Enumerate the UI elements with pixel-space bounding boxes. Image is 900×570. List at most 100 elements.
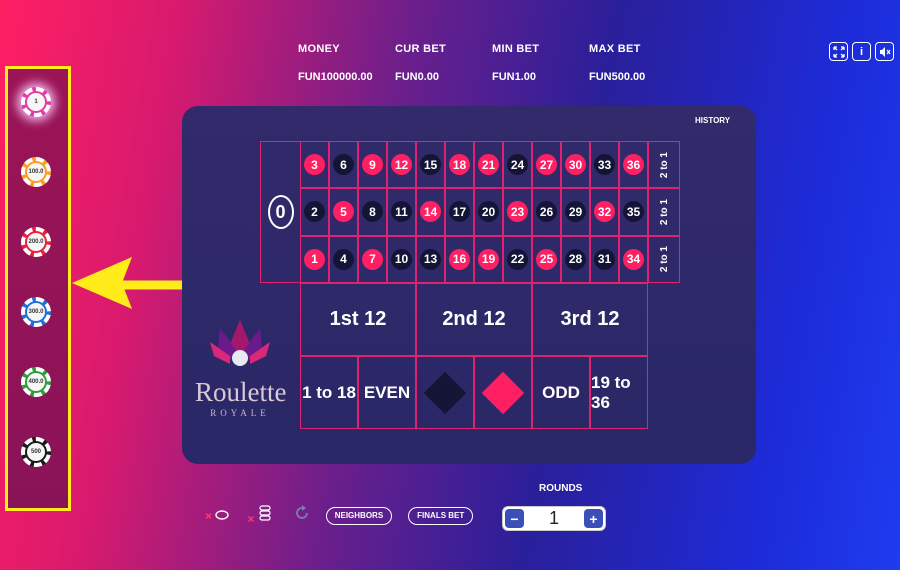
- number-cell[interactable]: 6: [329, 141, 358, 189]
- number-ball: 9: [362, 154, 383, 176]
- chip-0[interactable]: 1: [21, 87, 51, 117]
- number-ball: 7: [362, 248, 383, 270]
- clear-last-button[interactable]: ×: [205, 508, 230, 523]
- outside-bet-cell[interactable]: ODD: [532, 356, 590, 429]
- number-cell[interactable]: 27: [532, 141, 561, 189]
- stat-value: FUN500.00: [589, 71, 646, 83]
- info-icon[interactable]: i: [852, 42, 871, 61]
- number-cell[interactable]: 16: [445, 235, 474, 283]
- number-ball: 29: [565, 201, 586, 223]
- number-cell[interactable]: 36: [619, 141, 648, 189]
- dozen-bet-2[interactable]: 2nd 12: [416, 283, 532, 356]
- mute-icon[interactable]: [875, 42, 894, 61]
- number-cell[interactable]: 13: [416, 235, 445, 283]
- stat-value: FUN100000.00: [298, 71, 373, 83]
- repeat-bet-button[interactable]: [294, 505, 310, 526]
- number-cell[interactable]: 34: [619, 235, 648, 283]
- history-button[interactable]: HISTORY: [695, 116, 730, 125]
- column-bet-cell[interactable]: 2 to 1: [648, 235, 680, 283]
- red-bet-cell[interactable]: [474, 356, 532, 429]
- number-cell[interactable]: 11: [387, 188, 416, 236]
- number-ball: 20: [478, 201, 499, 223]
- fullscreen-icon[interactable]: [829, 42, 848, 61]
- clear-last-mark: ×: [205, 508, 213, 523]
- chip-stack-icon: [259, 505, 271, 521]
- number-cell[interactable]: 14: [416, 188, 445, 236]
- number-cell[interactable]: 28: [561, 235, 590, 283]
- column-bet-cell[interactable]: 2 to 1: [648, 188, 680, 236]
- zero-bet-cell[interactable]: 0: [260, 141, 300, 283]
- clear-all-button[interactable]: ×: [247, 505, 271, 526]
- finals-bet-button[interactable]: FINALS BET: [408, 506, 474, 525]
- outside-bet-cell[interactable]: 19 to 36: [590, 356, 648, 429]
- number-cell[interactable]: 1: [300, 235, 329, 283]
- rounds-label: ROUNDS: [539, 483, 583, 494]
- number-cell[interactable]: 22: [503, 235, 532, 283]
- chip-value: 200.0: [27, 233, 45, 251]
- neighbors-button[interactable]: NEIGHBORS: [325, 506, 393, 525]
- number-ball: 8: [362, 201, 383, 223]
- single-chip-icon: [215, 509, 230, 520]
- number-cell[interactable]: 15: [416, 141, 445, 189]
- number-cell[interactable]: 9: [358, 141, 387, 189]
- stat-3: MAX BET FUN500.00: [589, 43, 686, 83]
- chip-2[interactable]: 200.0: [21, 227, 51, 257]
- number-cell[interactable]: 33: [590, 141, 619, 189]
- chip-selector: 1 100.0 200.0 300.0 400.0 500: [5, 66, 71, 511]
- number-cell[interactable]: 24: [503, 141, 532, 189]
- number-cell[interactable]: 8: [358, 188, 387, 236]
- number-ball: 30: [565, 154, 586, 176]
- number-ball: 17: [449, 201, 470, 223]
- outside-bet-cell[interactable]: EVEN: [358, 356, 416, 429]
- number-cell[interactable]: 23: [503, 188, 532, 236]
- number-ball: 19: [478, 248, 499, 270]
- stat-label: MONEY: [298, 43, 340, 55]
- rounds-minus-button[interactable]: −: [505, 509, 524, 528]
- column-bet-cell[interactable]: 2 to 1: [648, 141, 680, 189]
- rounds-stepper: − 1 +: [502, 506, 606, 531]
- number-cell[interactable]: 17: [445, 188, 474, 236]
- number-cell[interactable]: 10: [387, 235, 416, 283]
- number-cell[interactable]: 21: [474, 141, 503, 189]
- rounds-plus-button[interactable]: +: [583, 509, 603, 528]
- number-cell[interactable]: 4: [329, 235, 358, 283]
- number-ball: 27: [536, 154, 557, 176]
- stat-value: FUN0.00: [395, 71, 440, 83]
- number-cell[interactable]: 30: [561, 141, 590, 189]
- number-ball: 23: [507, 201, 528, 223]
- number-cell[interactable]: 18: [445, 141, 474, 189]
- dozen-bet-3[interactable]: 3rd 12: [532, 283, 648, 356]
- stat-label: MIN BET: [492, 43, 540, 55]
- stat-2: MIN BET FUN1.00: [492, 43, 589, 83]
- black-bet-cell[interactable]: [416, 356, 474, 429]
- chip-4[interactable]: 400.0: [21, 367, 51, 397]
- number-cell[interactable]: 3: [300, 141, 329, 189]
- dozens-row: 1st 12 2nd 12 3rd 12: [300, 283, 648, 356]
- number-cell[interactable]: 26: [532, 188, 561, 236]
- number-cell[interactable]: 25: [532, 235, 561, 283]
- number-cell[interactable]: 5: [329, 188, 358, 236]
- number-cell[interactable]: 7: [358, 235, 387, 283]
- number-cell[interactable]: 12: [387, 141, 416, 189]
- number-cell[interactable]: 35: [619, 188, 648, 236]
- number-cell[interactable]: 2: [300, 188, 329, 236]
- number-ball: 24: [507, 154, 528, 176]
- outside-bet-cell[interactable]: 1 to 18: [300, 356, 358, 429]
- chip-value: 500: [27, 443, 45, 461]
- rounds-value[interactable]: 1: [549, 508, 559, 529]
- column-bet-label: 2 to 1: [658, 151, 670, 178]
- number-cell[interactable]: 31: [590, 235, 619, 283]
- chip-5[interactable]: 500: [21, 437, 51, 467]
- column-bet-label: 2 to 1: [658, 246, 670, 273]
- number-cell[interactable]: 20: [474, 188, 503, 236]
- dozen-bet-1[interactable]: 1st 12: [300, 283, 416, 356]
- red-diamond-icon: [481, 371, 525, 414]
- number-cell[interactable]: 29: [561, 188, 590, 236]
- number-ball: 1: [304, 248, 325, 270]
- number-ball: 10: [391, 248, 412, 270]
- number-ball: 28: [565, 248, 586, 270]
- chip-1[interactable]: 100.0: [21, 157, 51, 187]
- number-cell[interactable]: 32: [590, 188, 619, 236]
- chip-3[interactable]: 300.0: [21, 297, 51, 327]
- number-cell[interactable]: 19: [474, 235, 503, 283]
